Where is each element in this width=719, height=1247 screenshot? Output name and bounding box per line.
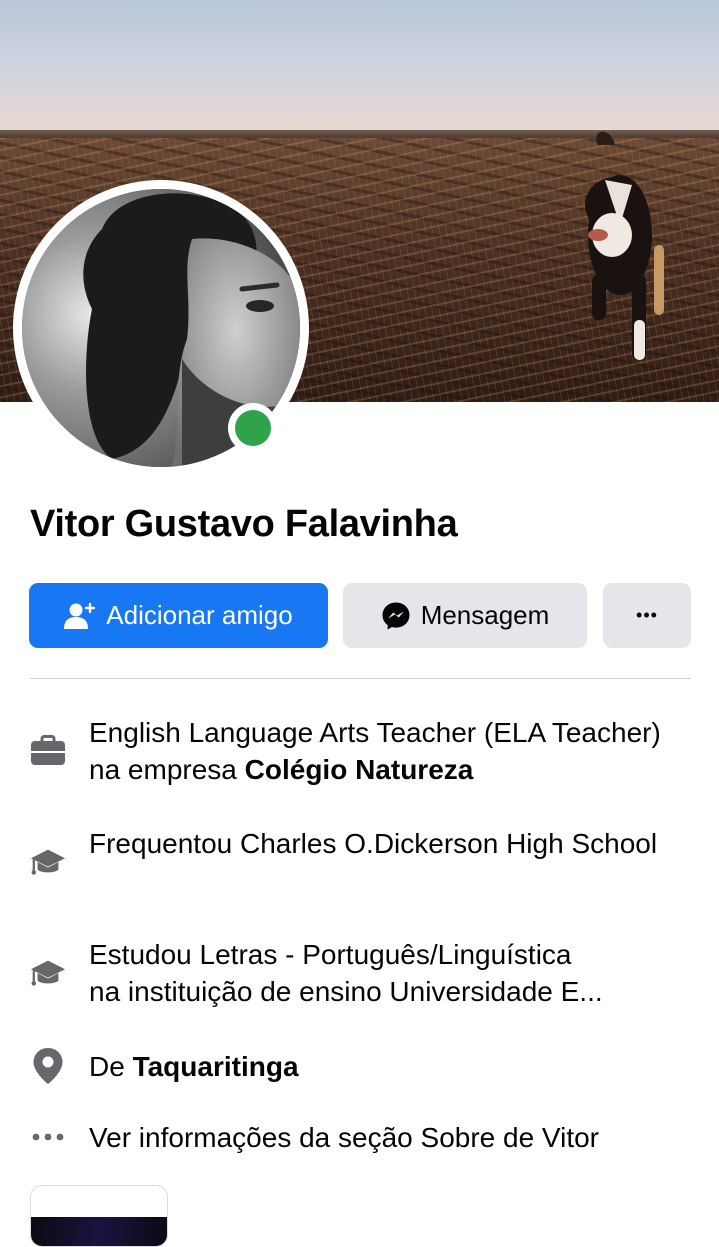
college-line-2: na instituição de ensino Universidade E.… (89, 976, 603, 1007)
hometown-prefix: De (89, 1051, 133, 1082)
hometown-text: De Taquaritinga (89, 1048, 689, 1085)
graduation-cap-icon (30, 844, 66, 880)
hometown-city[interactable]: Taquaritinga (133, 1051, 299, 1082)
cover-sky (0, 0, 719, 138)
add-friend-label: Adicionar amigo (106, 600, 293, 630)
more-dots-icon: ••• (636, 605, 658, 625)
briefcase-icon (30, 733, 66, 769)
highschool-text: Frequentou Charles O.Dickerson High Scho… (89, 828, 658, 859)
graduation-cap-icon (30, 955, 66, 991)
section-divider (30, 678, 691, 679)
featured-photo-thumbnail (31, 1217, 167, 1246)
add-friend-button[interactable]: Adicionar amigo (29, 583, 328, 648)
college-text: Estudou Letras - Português/Linguística n… (89, 936, 689, 1010)
message-button[interactable]: Mensagem (343, 583, 587, 648)
messenger-icon (381, 601, 411, 631)
work-text: English Language Arts Teacher (ELA Teach… (89, 714, 689, 788)
about-link-text[interactable]: Ver informações da seção Sobre de Vitor (89, 1119, 689, 1156)
more-dots-icon (30, 1119, 66, 1155)
add-friend-icon (64, 602, 96, 630)
more-options-button[interactable]: ••• (603, 583, 691, 648)
college-line-1: Estudou Letras - Português/Linguística (89, 939, 572, 970)
dog-figure (585, 131, 664, 360)
message-label: Mensagem (420, 600, 550, 630)
profile-name: Vitor Gustavo Falavinha (30, 503, 458, 545)
online-status-indicator (228, 403, 278, 453)
work-company[interactable]: Colégio Natureza (245, 754, 474, 785)
featured-photo-card[interactable] (30, 1185, 168, 1247)
location-pin-icon (30, 1048, 66, 1084)
online-dot (235, 410, 271, 446)
